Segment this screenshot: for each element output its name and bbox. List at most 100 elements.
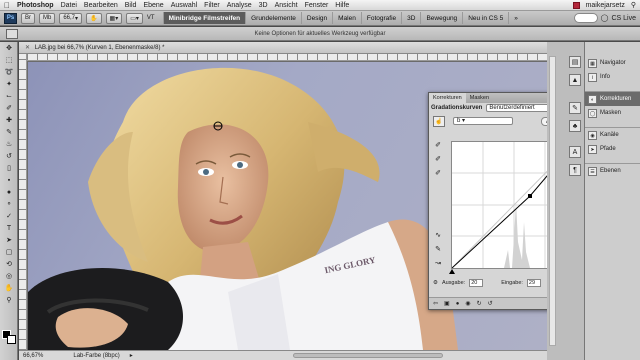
3d-rotate-tool-icon[interactable]: ⟲ xyxy=(2,259,16,270)
menu-app-name[interactable]: Photoshop xyxy=(17,2,54,9)
menu-hilfe[interactable]: Hilfe xyxy=(335,2,349,9)
tab-masken[interactable]: Masken xyxy=(466,93,493,103)
record-icon[interactable] xyxy=(572,1,580,9)
move-tool-icon[interactable]: ✥ xyxy=(2,43,16,54)
channel-select[interactable]: b ▾ xyxy=(453,117,513,125)
paragraph-icon[interactable]: ¶ xyxy=(569,164,581,176)
tab-korrekturen[interactable]: Korrekturen xyxy=(429,93,466,103)
visibility-eye-icon[interactable]: ◉ xyxy=(465,300,470,307)
zoom-level-select[interactable]: 66,7 ▾ xyxy=(59,12,83,24)
minibridge-button[interactable]: Mb xyxy=(39,12,56,24)
close-tab-icon[interactable]: ✕ xyxy=(25,45,30,51)
magic-wand-tool-icon[interactable]: ✦ xyxy=(2,79,16,90)
history-icon[interactable]: ▲ xyxy=(569,74,581,86)
menu-ebene[interactable]: Ebene xyxy=(143,2,163,9)
hand-tool-button[interactable]: ✋ xyxy=(86,12,102,24)
output-field[interactable]: 20 xyxy=(469,279,484,287)
workspace-more[interactable]: » xyxy=(508,12,523,24)
white-point-eyedropper-icon[interactable]: ✐ xyxy=(432,169,444,179)
workspace-3d[interactable]: 3D xyxy=(401,12,420,24)
menu-ansicht[interactable]: Ansicht xyxy=(275,2,298,9)
document-tab[interactable]: ✕ LAB.jpg bei 66,7% (Kurven 1, Ebenenmas… xyxy=(19,42,547,54)
cs-live-icon[interactable]: ◯ xyxy=(601,14,609,22)
menu-bearbeiten[interactable]: Bearbeiten xyxy=(84,2,118,9)
user-name[interactable]: maikejarsetz xyxy=(586,2,625,9)
hand-tool-icon[interactable]: ✋ xyxy=(2,283,16,294)
dock-item-masken[interactable]: ◯ Masken xyxy=(585,106,640,120)
dock-item-pfade[interactable]: ➤ Pfade xyxy=(585,142,640,156)
menu-datei[interactable]: Datei xyxy=(61,2,77,9)
channels-icon: ◉ xyxy=(588,130,597,140)
blur-tool-icon[interactable]: ● xyxy=(2,187,16,198)
eraser-tool-icon[interactable]: ▯ xyxy=(2,163,16,174)
menu-analyse[interactable]: Analyse xyxy=(227,2,252,9)
dock-item-kanaele[interactable]: ◉ Kanäle xyxy=(585,128,640,142)
reset-icon[interactable]: ↺ xyxy=(488,300,493,307)
gradient-tool-icon[interactable]: ▪ xyxy=(2,175,16,186)
mini-bridge-icon[interactable]: ▤ xyxy=(569,56,581,68)
menu-filter[interactable]: Filter xyxy=(204,2,220,9)
type-tool-icon[interactable]: T xyxy=(2,223,16,234)
crop-tool-icon[interactable]: ⌙ xyxy=(2,91,16,102)
eyedropper-tool-icon[interactable]: ✐ xyxy=(2,103,16,114)
status-menu-icon[interactable]: ▸ xyxy=(130,352,133,359)
expand-view-icon[interactable]: ▣ xyxy=(444,300,450,307)
workspace-grundelemente[interactable]: Grundelemente xyxy=(245,12,301,24)
clone-source-icon[interactable]: ♣ xyxy=(569,120,581,132)
gray-point-eyedropper-icon[interactable]: ✐ xyxy=(432,155,444,165)
horizontal-ruler[interactable] xyxy=(27,54,547,61)
workspace-fotografie[interactable]: Fotografie xyxy=(360,12,401,24)
on-image-adjust-icon[interactable]: ☝ xyxy=(433,115,445,127)
spotlight-icon[interactable]: ⚲ xyxy=(631,1,636,9)
pen-tool-icon[interactable]: ✓ xyxy=(2,211,16,222)
search-input[interactable] xyxy=(573,13,598,23)
clip-to-layer-icon[interactable]: ● xyxy=(456,301,460,307)
dock-item-korrekturen[interactable]: ◐ Korrekturen xyxy=(585,92,640,106)
shape-tool-icon[interactable]: ▢ xyxy=(2,247,16,258)
input-field[interactable]: 29 xyxy=(526,279,541,287)
brush-tool-icon[interactable]: ✎ xyxy=(2,127,16,138)
dodge-tool-icon[interactable]: ⚬ xyxy=(2,199,16,210)
curves-options-icon[interactable]: ⚙ xyxy=(433,280,438,286)
menu-bild[interactable]: Bild xyxy=(125,2,137,9)
healing-brush-tool-icon[interactable]: ✚ xyxy=(2,115,16,126)
brushes-icon[interactable]: ✎ xyxy=(569,102,581,114)
vt-label[interactable]: VT xyxy=(147,15,155,21)
lasso-tool-icon[interactable]: ➰ xyxy=(2,67,16,78)
dock-item-info[interactable]: i Info xyxy=(585,70,640,84)
screen-mode-button[interactable]: ▭▾ xyxy=(126,12,143,24)
clone-stamp-tool-icon[interactable]: ♨ xyxy=(2,139,16,150)
black-point-eyedropper-icon[interactable]: ✐ xyxy=(432,141,444,151)
vertical-scrollbar[interactable] xyxy=(549,56,556,346)
apple-menu-icon[interactable]:  xyxy=(4,1,10,10)
vertical-ruler[interactable] xyxy=(19,54,27,350)
background-color-swatch[interactable] xyxy=(7,335,16,344)
menu-3d[interactable]: 3D xyxy=(259,2,268,9)
workspace-bewegung[interactable]: Bewegung xyxy=(420,12,462,24)
dock-item-ebenen[interactable]: ☰ Ebenen xyxy=(585,164,640,178)
history-brush-tool-icon[interactable]: ↺ xyxy=(2,151,16,162)
bridge-button[interactable]: Br xyxy=(21,12,35,24)
edit-points-icon[interactable]: ∿ xyxy=(432,231,444,241)
marquee-tool-icon[interactable]: ⬚ xyxy=(2,55,16,66)
workspace-design[interactable]: Design xyxy=(300,12,332,24)
path-selection-tool-icon[interactable]: ➤ xyxy=(2,235,16,246)
character-icon[interactable]: A xyxy=(569,146,581,158)
back-arrow-icon[interactable]: ⇦ xyxy=(433,300,438,307)
dock-item-navigator[interactable]: ▦ Navigator xyxy=(585,56,640,70)
smooth-icon[interactable]: ↝ xyxy=(432,259,444,269)
arrange-documents-button[interactable]: ▦▾ xyxy=(105,12,123,24)
menu-fenster[interactable]: Fenster xyxy=(305,2,329,9)
view-previous-icon[interactable]: ↻ xyxy=(477,300,482,307)
workspace-neu-in-cs5[interactable]: Neu in CS 5 xyxy=(462,12,508,24)
cs-live-button[interactable]: CS Live xyxy=(611,15,636,22)
workspace-minibridge[interactable]: Minibridge Filmstreifen xyxy=(162,12,246,24)
3d-orbit-tool-icon[interactable]: ◎ xyxy=(2,271,16,282)
menu-auswahl[interactable]: Auswahl xyxy=(171,2,197,9)
black-point-slider[interactable] xyxy=(449,269,455,274)
zoom-tool-icon[interactable]: ⚲ xyxy=(2,295,16,306)
draw-pencil-icon[interactable]: ✎ xyxy=(432,245,444,255)
horizontal-scrollbar[interactable] xyxy=(292,353,443,358)
workspace-malen[interactable]: Malen xyxy=(332,12,361,24)
status-zoom[interactable]: 66,67% xyxy=(23,353,43,359)
